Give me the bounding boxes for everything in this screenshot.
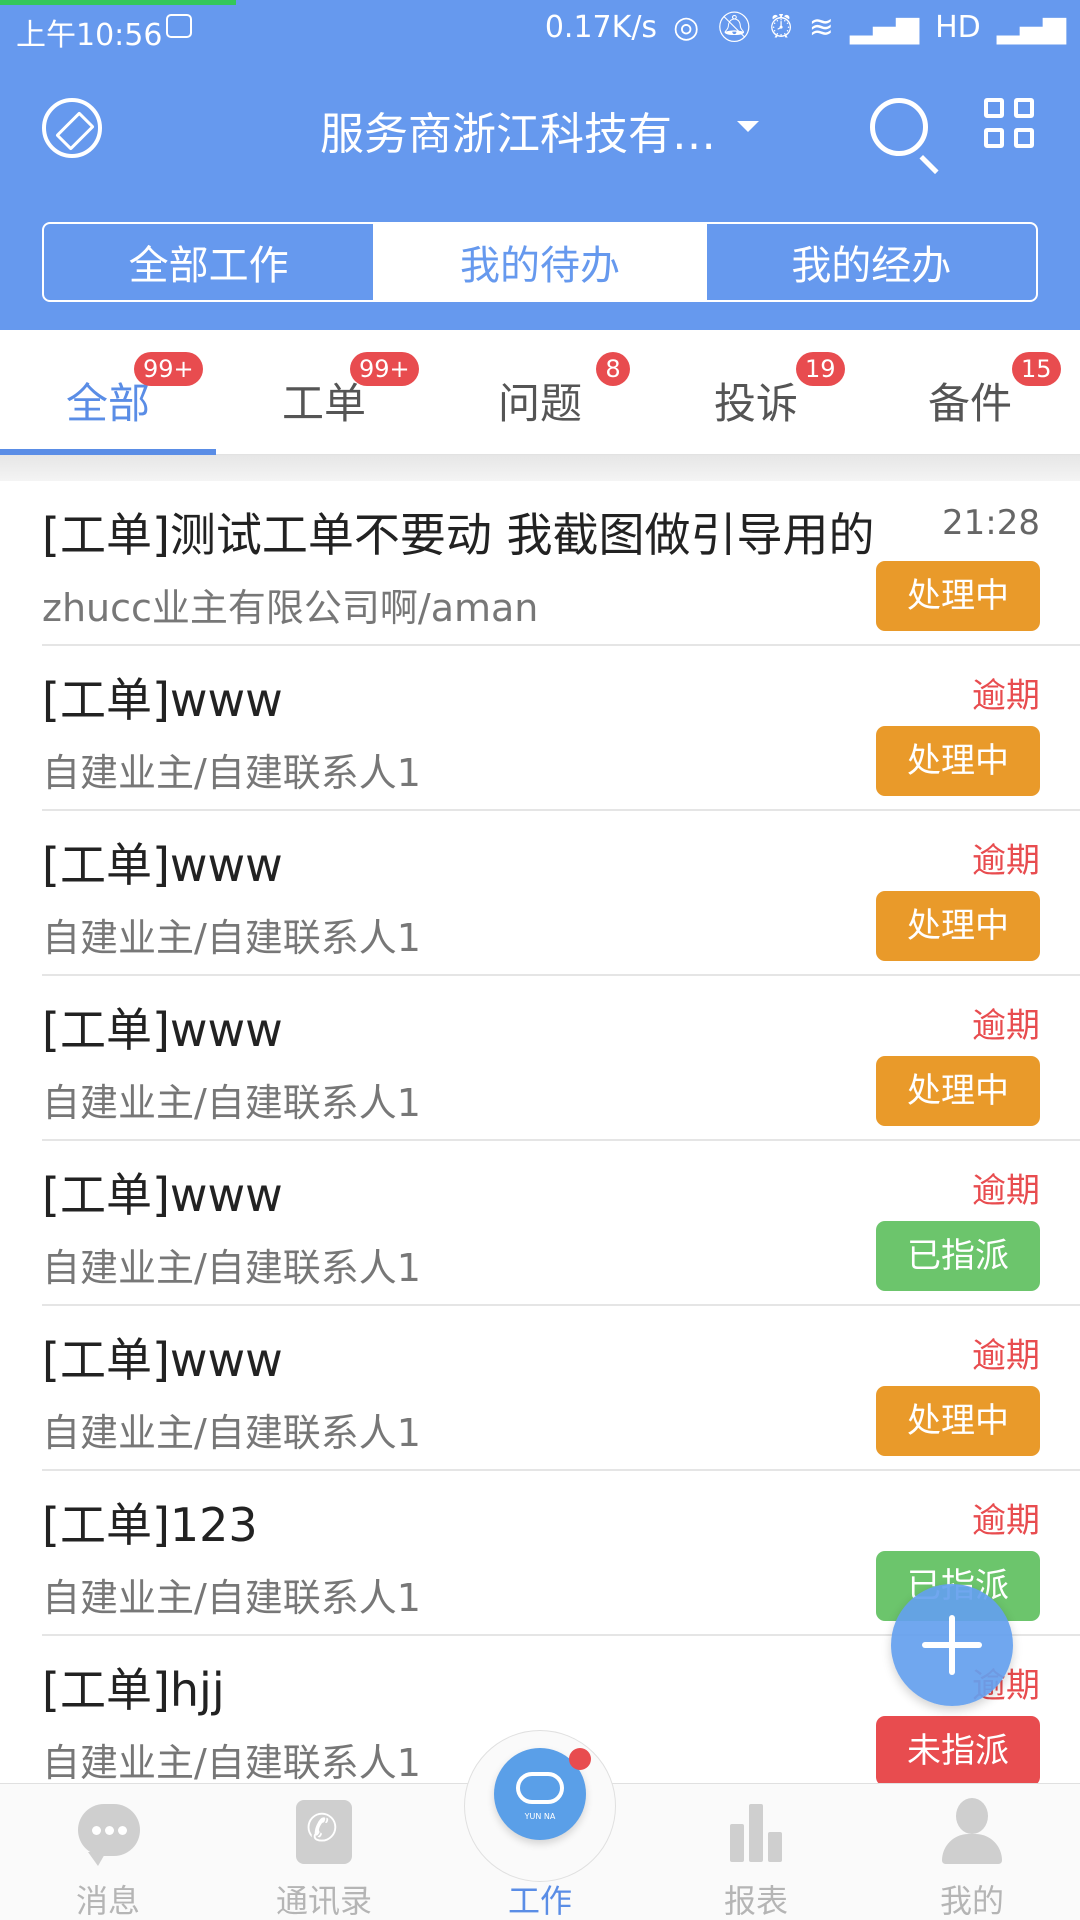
item-subtitle: 自建业主/自建联系人1 [42, 1081, 421, 1125]
list-item[interactable]: [工单]www 自建业主/自建联系人1 逾期处理中 [42, 646, 1080, 811]
item-subtitle: 自建业主/自建联系人1 [42, 1411, 421, 1455]
status-time: 上午10:56 [16, 18, 163, 53]
item-subtitle: 自建业主/自建联系人1 [42, 1246, 421, 1290]
message-icon [78, 1804, 140, 1866]
item-title: [工单]123 [42, 1498, 258, 1552]
nav-label: 我的 [939, 1882, 1004, 1920]
tab-label: 问题 [498, 379, 583, 428]
item-title: [工单]hjj [42, 1663, 225, 1717]
item-title: [工单]www [42, 1003, 283, 1057]
nav-contacts[interactable]: 通讯录 [216, 1784, 432, 1920]
status-badge: 处理中 [876, 1386, 1040, 1456]
tab-all[interactable]: 全部 99+ [0, 330, 216, 455]
signal-icon: ▂▄▆ [849, 10, 920, 45]
item-subtitle: 自建业主/自建联系人1 [42, 916, 421, 960]
segment-my-handled[interactable]: 我的经办 [704, 224, 1036, 300]
nav-label: 工作 [507, 1882, 572, 1920]
wifi-icon: ≋ [808, 10, 834, 45]
status-badge: 处理中 [876, 561, 1040, 631]
item-meta: 逾期 [972, 676, 1040, 716]
app-header: 服务商浙江科技有… 全部工作 我的待办 我的经办 [0, 56, 1080, 330]
category-tabs: 全部 99+ 工单 99+ 问题 8 投诉 19 备件 15 [0, 330, 1080, 455]
net-speed: 0.17K/s [544, 10, 658, 45]
status-badge: 处理中 [876, 891, 1040, 961]
cloud-notification-icon [166, 14, 192, 38]
signal-icon-2: ▂▄▆ [996, 10, 1066, 45]
item-meta: 21:28 [942, 503, 1040, 543]
segment-my-todo[interactable]: 我的待办 [373, 224, 705, 300]
nav-label: 消息 [75, 1882, 140, 1920]
caret-down-icon[interactable] [737, 121, 759, 132]
count-badge: 19 [796, 352, 845, 386]
list-item[interactable]: [工单]测试工单不要动 我截图做引导用的 zhucc业主有限公司啊/aman 21:… [42, 481, 1080, 646]
organization-title[interactable]: 服务商浙江科技有… [320, 98, 716, 162]
loading-indicator [0, 0, 236, 5]
count-badge: 8 [596, 352, 630, 386]
item-title: [工单]www [42, 1333, 283, 1387]
divider [0, 455, 1080, 481]
list-item[interactable]: [工单]www 自建业主/自建联系人1 逾期处理中 [42, 1306, 1080, 1471]
network-label: HD [935, 10, 981, 45]
item-subtitle: 自建业主/自建联系人1 [42, 1576, 421, 1620]
tab-label: 备件 [928, 379, 1013, 428]
item-subtitle: 自建业主/自建联系人1 [42, 1741, 421, 1783]
item-subtitle: zhucc业主有限公司啊/aman [42, 586, 539, 630]
nav-label: 通讯录 [275, 1882, 372, 1920]
item-meta: 逾期 [972, 1006, 1040, 1046]
alarm-icon: ⏰︎ [769, 10, 793, 45]
report-chart-icon [726, 1802, 786, 1862]
notification-dot [569, 1748, 591, 1770]
status-badge: 已指派 [876, 1221, 1040, 1291]
item-meta: 逾期 [972, 1501, 1040, 1541]
count-badge: 15 [1012, 352, 1061, 386]
nav-label: 报表 [723, 1882, 788, 1920]
nav-me[interactable]: 我的 [864, 1784, 1080, 1920]
mute-icon: 🔕︎ [715, 10, 754, 45]
grid-icon[interactable] [984, 98, 1038, 154]
nav-messages[interactable]: 消息 [0, 1784, 216, 1920]
item-meta: 逾期 [972, 1171, 1040, 1211]
add-button[interactable] [891, 1584, 1013, 1706]
tab-spare-parts[interactable]: 备件 15 [864, 330, 1080, 455]
status-bar: 上午10:56 0.17K/s ◎ 🔕︎ ⏰︎ ≋ ▂▄▆ HD ▂▄▆ [0, 0, 1080, 56]
item-meta: 逾期 [972, 1336, 1040, 1376]
contacts-icon [296, 1800, 352, 1864]
compass-icon[interactable] [42, 98, 102, 158]
logo-text: YUN NA [524, 1812, 556, 1821]
task-list[interactable]: [工单]测试工单不要动 我截图做引导用的 zhucc业主有限公司啊/aman 21:… [0, 481, 1080, 1783]
hotspot-icon: ◎ [673, 10, 700, 45]
user-icon [942, 1798, 1002, 1864]
tab-label: 投诉 [714, 379, 799, 428]
status-badge: 未指派 [876, 1716, 1040, 1783]
search-icon[interactable] [870, 98, 928, 156]
list-item[interactable]: [工单]www 自建业主/自建联系人1 逾期处理中 [42, 811, 1080, 976]
item-title: [工单]www [42, 1168, 283, 1222]
count-badge: 99+ [134, 352, 203, 386]
tab-work-order[interactable]: 工单 99+ [216, 330, 432, 455]
item-subtitle: 自建业主/自建联系人1 [42, 751, 421, 795]
status-badge: 处理中 [876, 726, 1040, 796]
work-scope-switch: 全部工作 我的待办 我的经办 [42, 222, 1038, 302]
count-badge: 99+ [350, 352, 419, 386]
nav-reports[interactable]: 报表 [648, 1784, 864, 1920]
list-item[interactable]: [工单]www 自建业主/自建联系人1 逾期处理中 [42, 976, 1080, 1141]
status-indicators: 0.17K/s ◎ 🔕︎ ⏰︎ ≋ ▂▄▆ HD ▂▄▆ [545, 10, 1066, 45]
item-meta: 逾期 [972, 841, 1040, 881]
item-title: [工单]测试工单不要动 我截图做引导用的 [42, 508, 875, 562]
item-title: [工单]www [42, 673, 283, 727]
segment-all-work[interactable]: 全部工作 [44, 224, 373, 300]
list-item[interactable]: [工单]www 自建业主/自建联系人1 逾期已指派 [42, 1141, 1080, 1306]
tab-issue[interactable]: 问题 8 [432, 330, 648, 455]
item-title: [工单]www [42, 838, 283, 892]
status-badge: 处理中 [876, 1056, 1040, 1126]
tab-complaint[interactable]: 投诉 19 [648, 330, 864, 455]
